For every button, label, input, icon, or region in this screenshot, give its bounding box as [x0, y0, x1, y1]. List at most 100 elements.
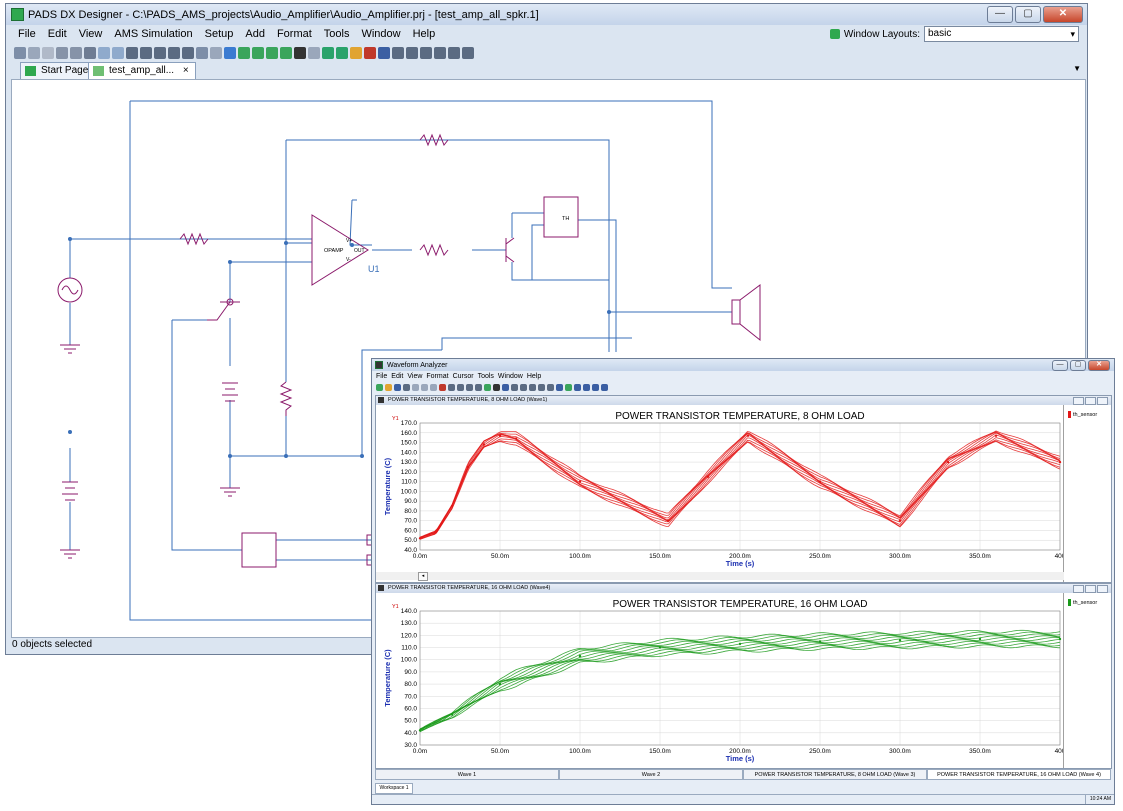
chart-8ohm[interactable]: POWER TRANSISTOR TEMPERATURE, 8 OHM LOAD…: [376, 405, 1064, 573]
select-icon[interactable]: [210, 46, 222, 59]
menu-edit[interactable]: Edit: [42, 28, 73, 40]
print-icon[interactable]: [28, 46, 40, 59]
copy-icon[interactable]: [421, 383, 428, 391]
menu-format[interactable]: Format: [271, 28, 318, 40]
wave-menu-window[interactable]: Window: [496, 373, 525, 380]
waveform-icon[interactable]: [378, 46, 390, 59]
panel-maximize-button[interactable]: [1085, 585, 1096, 593]
add-net-icon[interactable]: [252, 46, 264, 59]
filter-icon[interactable]: [196, 46, 208, 59]
layout-vertical-icon[interactable]: [592, 383, 599, 391]
cut-icon[interactable]: [412, 383, 419, 391]
wave-menu-tools[interactable]: Tools: [476, 373, 496, 380]
measure-icon[interactable]: [448, 383, 455, 391]
probe-clear-icon[interactable]: [448, 46, 460, 59]
simulate-icon[interactable]: [322, 46, 334, 59]
legend-item[interactable]: th_sensor: [1068, 599, 1097, 606]
undo-icon[interactable]: [98, 46, 110, 59]
resistor-base[interactable]: [419, 243, 449, 257]
find-icon[interactable]: [84, 46, 96, 59]
waveform-panel-8ohm[interactable]: POWER TRANSISTOR TEMPERATURE, 8 OHM LOAD…: [375, 395, 1112, 583]
zoom-fit-icon[interactable]: [547, 383, 554, 391]
chart-icon[interactable]: [556, 383, 563, 391]
add-port-icon[interactable]: [280, 46, 292, 59]
pointer-icon[interactable]: [224, 46, 236, 59]
table-icon[interactable]: [574, 383, 581, 391]
binoculars-icon[interactable]: [462, 46, 474, 59]
cursor-icon[interactable]: [457, 383, 464, 391]
resistor-bias[interactable]: [279, 381, 293, 416]
scroll-left-button[interactable]: ◂: [418, 572, 428, 581]
minimize-button[interactable]: —: [987, 6, 1013, 23]
panel-minimize-button[interactable]: [1073, 397, 1084, 405]
layout-horizontal-icon[interactable]: [583, 383, 590, 391]
save-icon[interactable]: [394, 383, 401, 391]
delete-icon[interactable]: [308, 46, 320, 59]
marker-icon[interactable]: [484, 383, 491, 391]
tab-wave2[interactable]: Wave 2: [559, 769, 743, 780]
menu-ams-simulation[interactable]: AMS Simulation: [108, 28, 198, 40]
tabs-dropdown-icon[interactable]: ▼: [1073, 64, 1081, 73]
tab-start-page[interactable]: Start Page: [20, 62, 96, 79]
tab-wave4[interactable]: POWER TRANSISTOR TEMPERATURE, 16 OHM LOA…: [927, 769, 1111, 780]
tab-wave3[interactable]: POWER TRANSISTOR TEMPERATURE, 8 OHM LOAD…: [743, 769, 927, 780]
speaker-body[interactable]: [731, 299, 741, 325]
cut-icon[interactable]: [42, 46, 54, 59]
add-bus-icon[interactable]: [266, 46, 278, 59]
menu-add[interactable]: Add: [239, 28, 271, 40]
probe-voltage-icon[interactable]: [392, 46, 404, 59]
fit-icon[interactable]: [511, 383, 518, 391]
panel-close-button[interactable]: [1097, 585, 1108, 593]
panel-close-button[interactable]: [1097, 397, 1108, 405]
switch-symbol[interactable]: [207, 301, 231, 321]
zoom-area-icon[interactable]: [538, 383, 545, 391]
chart-16ohm[interactable]: POWER TRANSISTOR TEMPERATURE, 16 OHM LOA…: [376, 593, 1064, 767]
layout-tile-icon[interactable]: [601, 383, 608, 391]
wave-menu-format[interactable]: Format: [424, 373, 450, 380]
zoom-out-icon[interactable]: [154, 46, 166, 59]
new-icon[interactable]: [14, 46, 26, 59]
zoom-previous-icon[interactable]: [182, 46, 194, 59]
zoom-in-icon[interactable]: [140, 46, 152, 59]
zoom-area-icon[interactable]: [168, 46, 180, 59]
copy-icon[interactable]: [56, 46, 68, 59]
panel-maximize-button[interactable]: [1085, 397, 1096, 405]
menu-setup[interactable]: Setup: [199, 28, 240, 40]
paste-icon[interactable]: [430, 383, 437, 391]
grid-icon[interactable]: [502, 383, 509, 391]
waveform-close-button[interactable]: ✕: [1088, 360, 1110, 371]
tab-schematic[interactable]: test_amp_all... ×: [88, 62, 196, 79]
menu-view[interactable]: View: [73, 28, 109, 40]
menu-window[interactable]: Window: [355, 28, 406, 40]
menu-help[interactable]: Help: [407, 28, 442, 40]
close-tab-icon[interactable]: ×: [183, 65, 189, 76]
window-layouts-select[interactable]: basic: [924, 26, 1079, 42]
add-text-icon[interactable]: [294, 46, 306, 59]
zoom-out-icon[interactable]: [529, 383, 536, 391]
zoom-fit-icon[interactable]: [126, 46, 138, 59]
maximize-button[interactable]: ▢: [1015, 6, 1041, 23]
panel-minimize-button[interactable]: [1073, 585, 1084, 593]
horizontal-scrollbar[interactable]: ◂: [376, 572, 1064, 581]
wave-menu-edit[interactable]: Edit: [389, 373, 405, 380]
chart-add-icon[interactable]: [565, 383, 572, 391]
probe-icon[interactable]: [336, 46, 348, 59]
waveform-maximize-button[interactable]: ▢: [1070, 360, 1086, 371]
folder-icon[interactable]: [385, 383, 392, 391]
paste-icon[interactable]: [70, 46, 82, 59]
menu-tools[interactable]: Tools: [318, 28, 356, 40]
wave-menu-cursor[interactable]: Cursor: [451, 373, 476, 380]
wave-menu-help[interactable]: Help: [525, 373, 543, 380]
stop-icon[interactable]: [364, 46, 376, 59]
control-block[interactable]: [241, 532, 277, 568]
tab-wave1[interactable]: Wave 1: [375, 769, 559, 780]
wave-menu-view[interactable]: View: [405, 373, 424, 380]
open-icon[interactable]: [376, 383, 383, 391]
redo-icon[interactable]: [112, 46, 124, 59]
crosshair-icon[interactable]: [493, 383, 500, 391]
menu-file[interactable]: File: [6, 28, 42, 40]
cursor2-icon[interactable]: [466, 383, 473, 391]
waveform-panel-16ohm[interactable]: POWER TRANSISTOR TEMPERATURE, 16 OHM LOA…: [375, 583, 1112, 769]
legend-item[interactable]: th_sensor: [1068, 411, 1097, 418]
add-component-icon[interactable]: [238, 46, 250, 59]
